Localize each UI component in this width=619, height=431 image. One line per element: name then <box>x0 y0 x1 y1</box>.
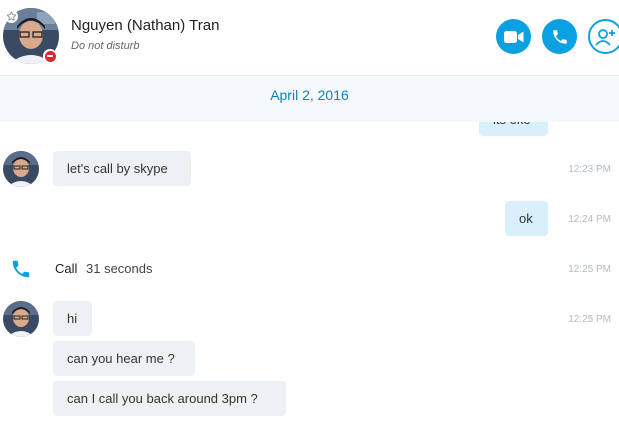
contact-avatar[interactable] <box>3 301 39 337</box>
date-label-overlay: April 2, 2016 <box>270 87 349 103</box>
video-camera-icon <box>503 30 523 43</box>
message-bubble-outgoing[interactable]: ok <box>505 201 548 236</box>
phone-icon <box>12 260 30 278</box>
message-text: ok <box>519 211 533 226</box>
add-participant-button[interactable] <box>588 19 619 54</box>
video-call-button[interactable] <box>496 19 531 54</box>
favorite-star-icon[interactable] <box>5 10 18 23</box>
message-time: 12:24 PM <box>568 214 611 225</box>
message-time: 12:23 PM <box>568 114 611 125</box>
audio-call-button[interactable] <box>542 19 577 54</box>
call-label: Call <box>55 261 78 276</box>
message-text: can I call you back around 3pm ? <box>67 391 258 406</box>
add-contact-icon <box>594 28 615 46</box>
message-text: can you hear me ? <box>67 351 175 366</box>
do-not-disturb-icon <box>43 49 57 63</box>
phone-icon <box>552 29 567 44</box>
message-bubble-incoming[interactable]: let's call by skype <box>53 151 191 186</box>
message-bubble-incoming[interactable]: hi <box>53 301 92 336</box>
message-text: hi <box>67 311 78 326</box>
call-duration: 31 seconds <box>86 261 153 276</box>
message-bubble-incoming[interactable]: can I call you back around 3pm ? <box>53 381 286 416</box>
message-time: 12:23 PM <box>568 164 611 175</box>
message-text: let's call by skype <box>67 161 168 176</box>
message-bubble-incoming[interactable]: can you hear me ? <box>53 341 195 376</box>
conversation-header: Nguyen (Nathan) Tran Do not disturb <box>0 0 619 76</box>
contact-status: Do not disturb <box>71 40 140 52</box>
message-bubble-outgoing[interactable]: its oke <box>479 103 548 136</box>
contact-avatar[interactable] <box>3 151 39 187</box>
message-text: its oke <box>493 112 531 127</box>
message-time: 12:25 PM <box>568 314 611 325</box>
contact-name[interactable]: Nguyen (Nathan) Tran <box>71 17 219 34</box>
call-time: 12:25 PM <box>568 264 611 275</box>
chat-window: April 2, 2016 its oke 12:23 PM April 2, … <box>0 0 619 431</box>
